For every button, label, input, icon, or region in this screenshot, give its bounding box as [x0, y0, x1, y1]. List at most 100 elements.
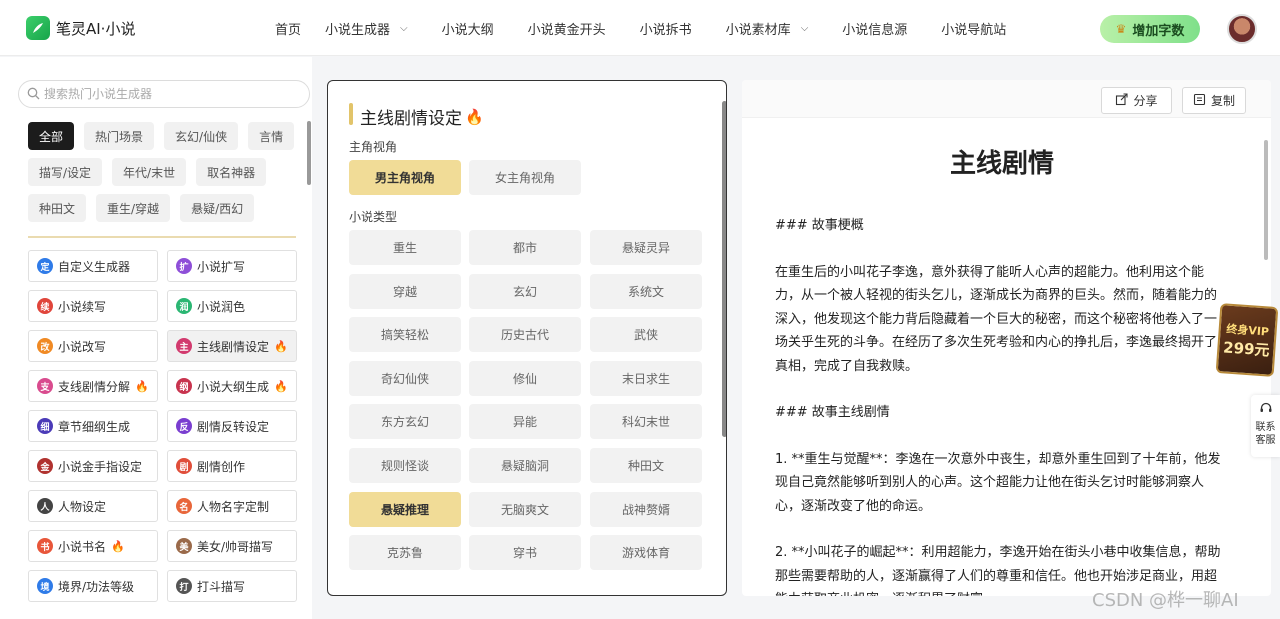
category-chip[interactable]: 全部 — [28, 122, 75, 150]
tool-item[interactable]: 名人物名字定制 — [167, 490, 297, 522]
type-option[interactable]: 武侠 — [590, 317, 702, 353]
type-option[interactable]: 穿书 — [469, 535, 581, 571]
type-option[interactable]: 东方玄幻 — [349, 404, 461, 440]
type-option[interactable]: 克苏鲁 — [349, 535, 461, 571]
type-option[interactable]: 种田文 — [590, 448, 702, 483]
avatar[interactable] — [1227, 14, 1257, 44]
tool-item[interactable]: 境境界/功法等级 — [28, 570, 158, 602]
category-filters: 全部 热门场景 玄幻/仙侠 言情描写/设定 年代/末世 取名神器种田文 重生/穿越 悬疑/西幻 — [28, 122, 296, 230]
tool-item[interactable]: 细章节细纲生成 — [28, 410, 158, 442]
category-chip[interactable]: 种田文 — [28, 194, 87, 222]
tool-item[interactable]: 美美女/帅哥描写 — [167, 530, 297, 562]
sidebar-scrollbar[interactable] — [307, 121, 311, 185]
tool-item[interactable]: 扩小说扩写 — [167, 250, 297, 282]
type-option[interactable]: 悬疑灵异 — [590, 230, 702, 265]
type-option[interactable]: 修仙 — [469, 360, 581, 396]
tool-item[interactable]: 剧剧情创作 — [167, 450, 297, 482]
fire-icon: 🔥 — [135, 379, 149, 393]
tool-icon: 纲 — [176, 378, 192, 394]
search-icon — [27, 85, 40, 104]
pov-label: 主角视角 — [349, 140, 398, 154]
type-option[interactable]: 奇幻仙侠 — [349, 360, 461, 396]
tool-item[interactable]: 续小说续写 — [28, 290, 158, 322]
nav-item[interactable]: 首页 — [263, 0, 313, 56]
nav-item[interactable]: 小说生成器 ⌵ — [313, 0, 420, 56]
category-chip[interactable]: 悬疑/西幻 — [180, 194, 255, 222]
share-button[interactable]: 分享 — [1101, 87, 1172, 114]
vip-badge-price: 299元 — [1222, 337, 1271, 360]
tool-icon: 打 — [176, 578, 192, 594]
tool-item[interactable]: 打打斗描写 — [167, 570, 297, 602]
type-option[interactable]: 悬疑脑洞 — [469, 448, 581, 483]
type-option[interactable]: 游戏体育 — [590, 535, 702, 571]
tool-label: 章节细纲生成 — [58, 419, 131, 434]
type-option[interactable]: 异能 — [469, 404, 581, 440]
settings-scrollbar[interactable] — [722, 101, 726, 437]
tool-label: 主线剧情设定 — [197, 339, 270, 354]
tool-icon: 人 — [37, 498, 53, 514]
type-option[interactable]: 无脑爽文 — [469, 491, 581, 527]
output-scrollbar[interactable] — [1264, 140, 1268, 260]
type-option[interactable]: 搞笑轻松 — [349, 317, 461, 353]
category-chip[interactable]: 重生/穿越 — [96, 194, 171, 222]
lifetime-vip-badge[interactable]: 终身VIP 299元 — [1215, 303, 1279, 377]
contact-support-button[interactable]: 联系客服 — [1251, 395, 1280, 457]
category-chip[interactable]: 年代/末世 — [112, 158, 187, 186]
tool-item[interactable]: 定自定义生成器 — [28, 250, 158, 282]
type-option[interactable]: 玄幻 — [469, 273, 581, 309]
type-option[interactable]: 末日求生 — [590, 360, 702, 396]
type-option[interactable]: 穿越 — [349, 273, 461, 309]
nav-item-label: 小说信息源 — [842, 22, 908, 38]
type-option[interactable]: 悬疑推理 — [349, 491, 461, 527]
fire-icon: 🔥 — [465, 107, 484, 126]
tool-item[interactable]: 反剧情反转设定 — [167, 410, 297, 442]
tool-label: 剧情创作 — [197, 459, 246, 474]
paragraph: 1. **重生与觉醒**：李逸在一次意外中丧生，却意外重生回到了十年前，他发现自… — [775, 451, 1221, 514]
type-option[interactable]: 规则怪谈 — [349, 448, 461, 483]
tool-item[interactable]: 金小说金手指设定 — [28, 450, 158, 482]
tool-item[interactable]: 人人物设定 — [28, 490, 158, 522]
category-row: 种田文 重生/穿越 悬疑/西幻 — [28, 194, 296, 222]
panel-title-text: 主线剧情设定 — [360, 109, 462, 129]
pov-option[interactable]: 女主角视角 — [469, 160, 581, 195]
add-words-button[interactable]: ♛ 增加字数 — [1100, 15, 1200, 43]
category-chip[interactable]: 描写/设定 — [28, 158, 103, 186]
search-input[interactable] — [44, 87, 294, 101]
tool-item[interactable]: 书小说书名 🔥 — [28, 530, 158, 562]
category-chip[interactable]: 言情 — [248, 122, 295, 150]
tool-label: 人物设定 — [58, 499, 107, 514]
nav-item[interactable]: 小说大纲 — [420, 0, 506, 56]
type-option[interactable]: 历史古代 — [469, 317, 581, 353]
tool-label: 小说续写 — [58, 299, 107, 314]
copy-button[interactable]: 复制 — [1182, 87, 1246, 114]
tool-item[interactable]: 纲小说大纲生成 🔥 — [167, 370, 297, 402]
type-option[interactable]: 重生 — [349, 230, 461, 265]
tool-item[interactable]: 支支线剧情分解 🔥 — [28, 370, 158, 402]
type-option[interactable]: 都市 — [469, 230, 581, 265]
tool-label: 剧情反转设定 — [197, 419, 270, 434]
crown-icon: ♛ — [1115, 22, 1127, 36]
nav-item[interactable]: 小说导航站 — [919, 0, 1018, 56]
nav-item[interactable]: 小说拆书 — [618, 0, 704, 56]
tool-icon: 细 — [37, 418, 53, 434]
tool-label: 小说大纲生成 — [197, 379, 270, 394]
pov-option[interactable]: 男主角视角 — [349, 160, 461, 195]
tool-label: 人物名字定制 — [197, 499, 270, 514]
nav-item[interactable]: 小说信息源 — [820, 0, 919, 56]
category-chip[interactable]: 取名神器 — [196, 158, 267, 186]
category-chip[interactable]: 热门场景 — [84, 122, 155, 150]
type-option[interactable]: 系统文 — [590, 273, 702, 309]
type-option[interactable]: 战神赘婿 — [590, 491, 702, 527]
tool-icon: 支 — [37, 378, 53, 394]
tool-item[interactable]: 润小说润色 — [167, 290, 297, 322]
category-chip[interactable]: 玄幻/仙侠 — [164, 122, 239, 150]
nav-item-label: 小说素材库 — [725, 22, 791, 38]
nav-item[interactable]: 小说素材库 ⌵ — [704, 0, 821, 56]
tool-icon: 改 — [37, 338, 53, 354]
logo[interactable]: 笔灵AI·小说 — [26, 16, 135, 40]
tool-item[interactable]: 改小说改写 — [28, 330, 158, 362]
type-option[interactable]: 科幻末世 — [590, 404, 702, 440]
tool-item[interactable]: 主主线剧情设定 🔥 — [167, 330, 297, 362]
nav-item[interactable]: 小说黄金开头 — [506, 0, 618, 56]
tool-label: 小说改写 — [58, 339, 107, 354]
